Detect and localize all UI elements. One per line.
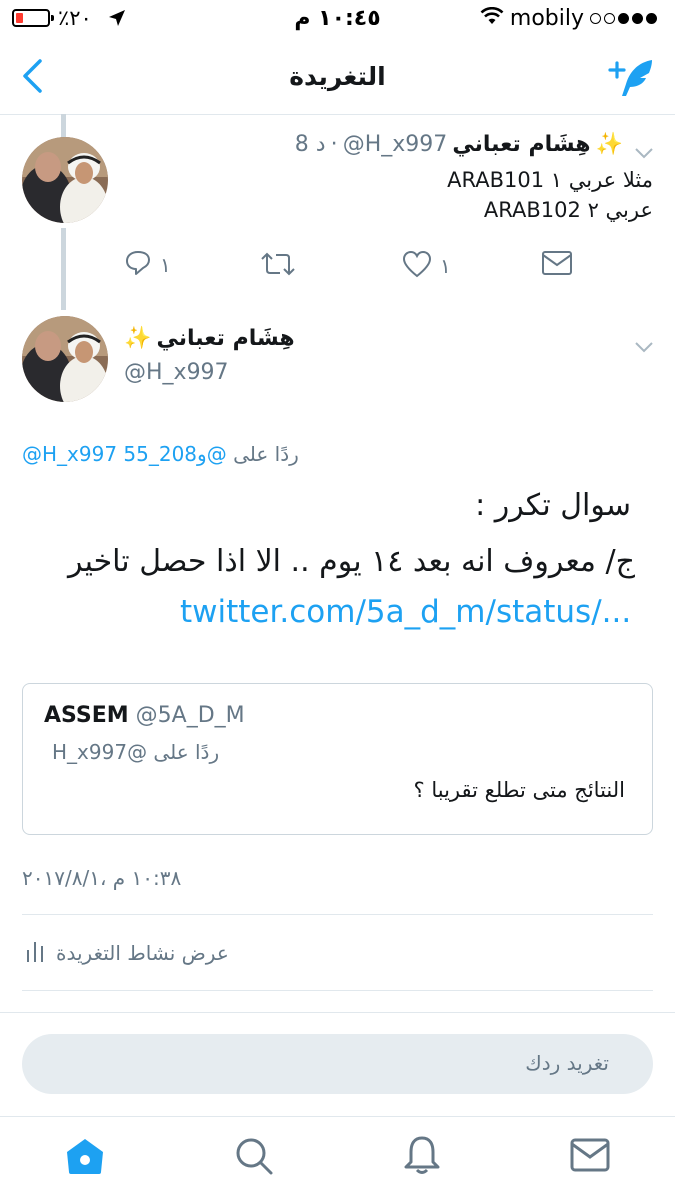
main-tweet-name-row: هِشَام تعباني ✨ (124, 326, 295, 351)
activity-label: عرض نشاط التغريدة (56, 941, 229, 965)
compose-tweet-icon[interactable] (606, 56, 658, 104)
messages-envelope-icon[interactable] (570, 1138, 610, 1176)
avatar[interactable] (22, 316, 108, 402)
replying-users[interactable]: @H_x997 و208_55@ (22, 442, 227, 466)
view-tweet-activity[interactable]: عرض نشاط التغريدة (26, 940, 229, 966)
divider (22, 914, 653, 915)
tweet-link[interactable]: twitter.com/5a_d_m/status/... (180, 594, 631, 630)
divider (0, 1012, 675, 1013)
carrier-name: mobily (509, 6, 584, 31)
notifications-bell-icon[interactable] (402, 1134, 442, 1180)
reply-placeholder: تغريد ردك (525, 1051, 609, 1075)
thread-line-bottom (61, 228, 66, 310)
heart-icon (402, 250, 432, 282)
display-name[interactable]: هِشَام تعباني (452, 132, 590, 157)
tweet-options-chevron-icon[interactable] (635, 144, 653, 163)
search-icon[interactable] (234, 1136, 274, 1180)
reply-count: ١ (160, 253, 171, 277)
user-handle[interactable]: @H_x997 (343, 132, 448, 157)
home-icon[interactable] (64, 1136, 106, 1180)
display-name[interactable]: هِشَام تعباني (157, 326, 295, 351)
tweet-text-line-2: عربي ٢ ARAB102 (483, 198, 653, 222)
quoted-tweet-text: النتائج متى تطلع تقريبا ؟ (413, 778, 625, 802)
quoted-tweet-header: ASSEM @5A_D_M (44, 703, 245, 728)
tweet-body-line-2: ج/ معروف انه بعد ١٤ يوم .. الا اذا حصل ت… (68, 544, 635, 579)
wifi-icon (480, 6, 504, 31)
status-bar: ٪٢٠ ١٠:٤٥ م mobily (0, 0, 675, 40)
quoted-handle: @5A_D_M (135, 703, 245, 728)
reply-input[interactable]: تغريد ردك (22, 1034, 653, 1094)
quoted-name: ASSEM (44, 703, 129, 728)
like-count: ١ (440, 254, 451, 278)
replying-prefix: ردًا على (233, 442, 299, 466)
name-emoji: ✨ (595, 132, 623, 157)
replying-to: @H_x997 و208_55@ ردًا على (22, 442, 299, 466)
like-action[interactable]: ١ (402, 250, 451, 282)
divider (22, 990, 653, 991)
tweet-options-chevron-icon[interactable] (635, 338, 653, 357)
page-title: التغريدة (289, 62, 386, 91)
tweet-body-line-1: سوال تكرر : (475, 488, 631, 523)
tweet-timestamp: ١٠:٣٨ م ،٢٠١٧/٨/١ (22, 866, 182, 890)
quoted-replying-to: ردًا على @H_x997 (52, 740, 220, 764)
thread-line-top (61, 114, 66, 138)
direct-message-icon[interactable] (541, 250, 573, 280)
carrier-info: mobily (480, 6, 657, 31)
name-emoji: ✨ (124, 326, 152, 351)
tweet-time-ago: 8 د (294, 132, 326, 157)
bar-chart-icon (26, 940, 44, 966)
reply-icon (124, 249, 152, 281)
retweet-icon[interactable] (260, 251, 296, 281)
user-handle[interactable]: @H_x997 (124, 360, 229, 385)
tweet-text-line-1: مثلا عربي ١ ARAB101 (447, 168, 653, 192)
signal-strength-icon (590, 13, 657, 24)
tweet-header: ✨ هِشَام تعباني @H_x997 · 8 د (294, 132, 623, 157)
reply-action[interactable]: ١ (124, 249, 171, 281)
